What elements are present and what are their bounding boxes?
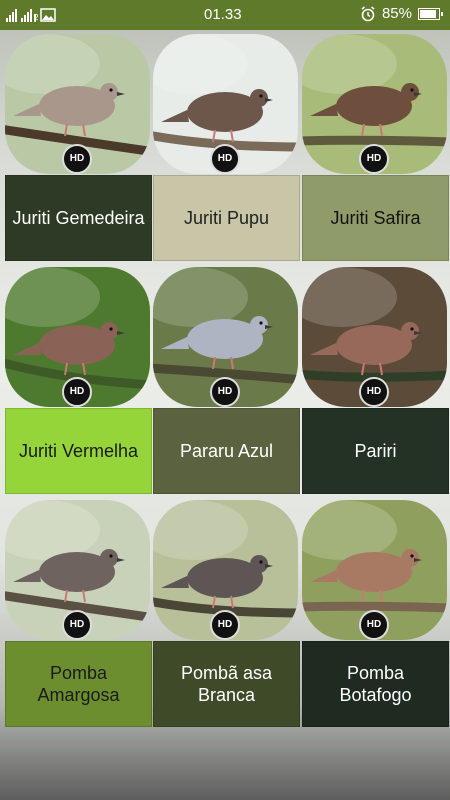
bird-name-label: Pomba Botafogo (339, 663, 412, 705)
battery-percentage: 85% (381, 5, 412, 22)
bird-photo[interactable]: HD (153, 267, 298, 407)
bird-photo[interactable]: HD (153, 34, 298, 174)
hd-badge-icon: HD (210, 144, 240, 174)
bird-name-button[interactable]: Pombã asa Branca (153, 641, 300, 727)
bird-name-label: Pomba Amargosa (37, 663, 120, 705)
bird-name-button[interactable]: Juriti Vermelha (5, 408, 152, 494)
hd-badge-icon: HD (359, 377, 389, 407)
bird-name-button[interactable]: Juriti Safira (302, 175, 449, 261)
signal-strength-sim1-icon (6, 8, 17, 22)
bird-name-button[interactable]: Juriti Pupu (153, 175, 300, 261)
signal-strength-sim2-icon: 2 (21, 8, 39, 22)
bird-name-label: Juriti Gemedeira (12, 208, 145, 228)
clock: 01.33 (204, 6, 242, 23)
bird-photo[interactable]: HD (302, 267, 447, 407)
gallery-notification-icon (40, 8, 56, 22)
bird-name-label: Juriti Safira (330, 208, 421, 228)
bird-photo[interactable]: HD (5, 267, 150, 407)
hd-badge-icon: HD (210, 610, 240, 640)
bird-name-label: Pombã asa Branca (180, 663, 273, 705)
battery-icon (418, 7, 443, 20)
bird-photo[interactable]: HD (302, 34, 447, 174)
bird-photo[interactable]: HD (5, 500, 150, 640)
signal-indicators: 2 (6, 6, 56, 22)
alarm-clock-icon (361, 5, 375, 21)
bird-name-button[interactable]: Juriti Gemedeira (5, 175, 152, 261)
status-bar: 2 01.33 85% (0, 0, 450, 30)
bird-name-button[interactable]: Pomba Amargosa (5, 641, 152, 727)
bird-photo[interactable]: HD (5, 34, 150, 174)
bird-photo[interactable]: HD (302, 500, 447, 640)
bird-name-label: Pariri (354, 441, 397, 461)
hd-badge-icon: HD (210, 377, 240, 407)
hd-badge-icon: HD (62, 144, 92, 174)
hd-badge-icon: HD (62, 610, 92, 640)
sim2-label: 2 (34, 13, 39, 22)
bird-name-label: Juriti Pupu (183, 208, 270, 228)
hd-badge-icon: HD (62, 377, 92, 407)
bird-name-label: Pararu Azul (179, 441, 274, 461)
bird-name-label: Juriti Vermelha (18, 441, 139, 461)
bird-name-button[interactable]: Pomba Botafogo (302, 641, 449, 727)
hd-badge-icon: HD (359, 144, 389, 174)
bird-name-button[interactable]: Pararu Azul (153, 408, 300, 494)
bird-photo[interactable]: HD (153, 500, 298, 640)
bird-name-button[interactable]: Pariri (302, 408, 449, 494)
hd-badge-icon: HD (359, 610, 389, 640)
